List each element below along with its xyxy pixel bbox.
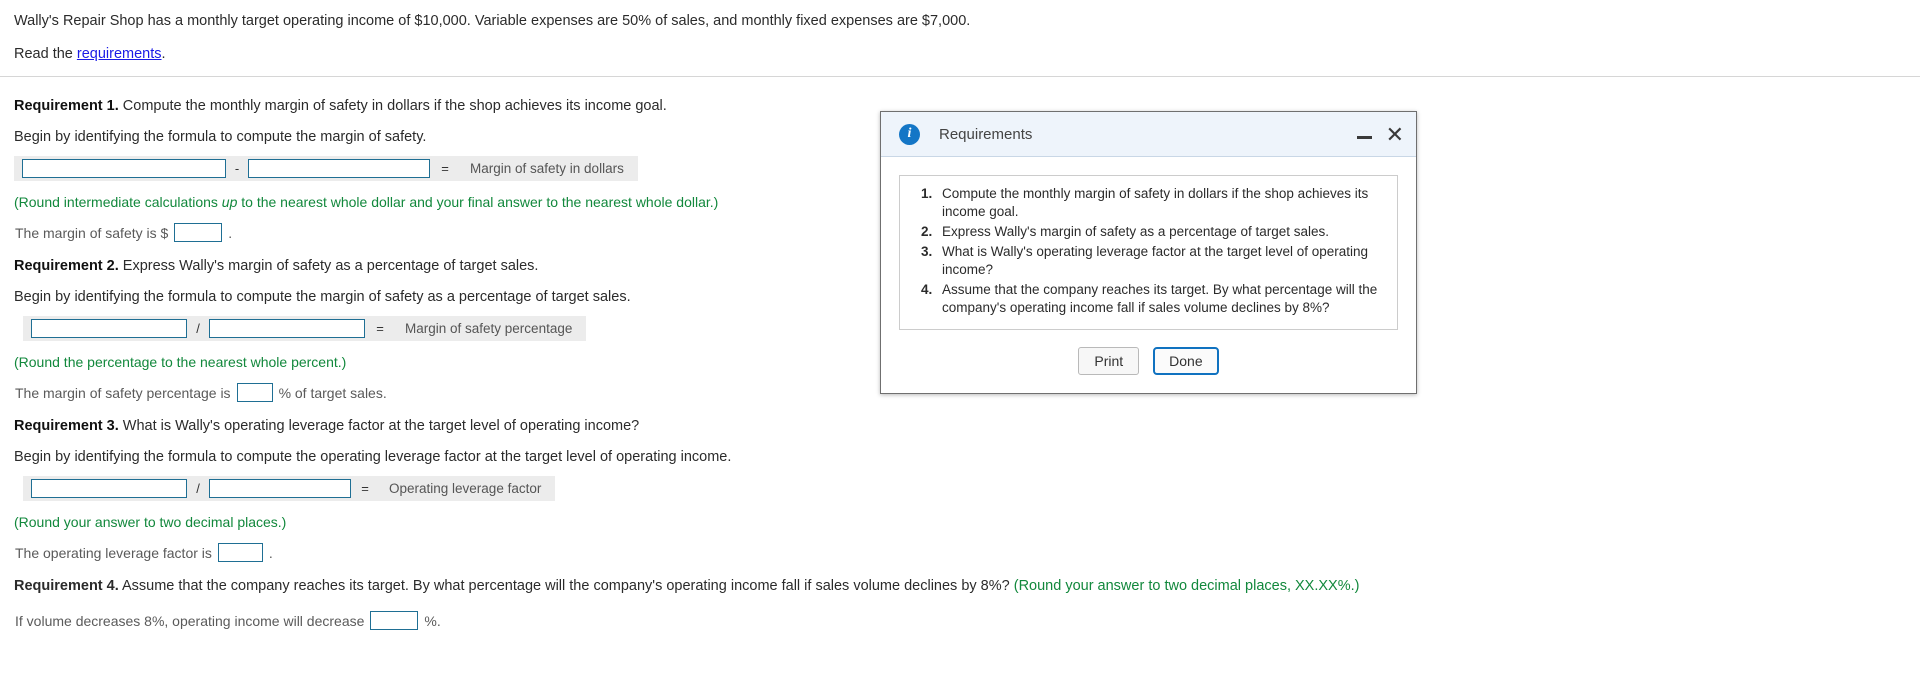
req3-answer-input[interactable] — [217, 543, 263, 563]
req1-answer-prefix: The margin of safety is $ — [15, 224, 169, 241]
close-icon[interactable]: ✕ — [1386, 123, 1404, 146]
print-button[interactable]: Print — [1078, 346, 1140, 375]
requirement-4-label: Requirement 4. — [14, 578, 119, 595]
req2-formula-equals: = — [376, 321, 384, 337]
req2-answer-input[interactable] — [236, 383, 273, 403]
req3-formula-operator: / — [196, 481, 200, 497]
req3-answer-suffix: . — [268, 544, 273, 561]
req1-formula-result-label: Margin of safety in dollars — [470, 161, 624, 177]
req2-formula-input-1[interactable] — [31, 319, 187, 339]
requirements-dialog: i Requirements ✕ Compute the monthly mar… — [880, 111, 1417, 394]
requirements-list-box: Compute the monthly margin of safety in … — [899, 175, 1398, 330]
dialog-titlebar[interactable]: i Requirements ✕ — [881, 112, 1416, 157]
requirement-3-begin: Begin by identifying the formula to comp… — [14, 449, 732, 466]
requirement-3-label: Requirement 3. — [14, 418, 119, 435]
req2-answer-prefix: The margin of safety percentage is — [15, 384, 231, 401]
list-item: Express Wally's margin of safety as a pe… — [936, 223, 1383, 241]
list-item: Assume that the company reaches its targ… — [936, 281, 1383, 317]
req3-formula-result-label: Operating leverage factor — [389, 481, 542, 497]
req1-formula-input-1[interactable] — [22, 159, 226, 179]
requirement-1-formula-bar: - = Margin of safety in dollars — [14, 156, 638, 182]
req1-note-italic: up — [221, 194, 238, 211]
requirement-4-text: Assume that the company reaches its targ… — [118, 578, 1014, 595]
header-divider — [0, 76, 1920, 78]
requirement-3-note: (Round your answer to two decimal places… — [14, 514, 287, 531]
req3-formula-input-1[interactable] — [31, 479, 187, 499]
req2-formula-result-label: Margin of safety percentage — [405, 321, 573, 337]
req1-formula-input-2[interactable] — [248, 159, 430, 179]
req4-answer-input[interactable] — [370, 611, 419, 631]
read-suffix: . — [161, 45, 166, 62]
requirements-link[interactable]: requirements — [77, 46, 162, 62]
req1-note-b: to the nearest whole dollar and your fin… — [237, 194, 719, 211]
read-requirements-line: Read the requirements. — [14, 46, 1920, 63]
info-icon: i — [899, 123, 920, 145]
req2-formula-input-2[interactable] — [209, 319, 365, 339]
dialog-body: Compute the monthly margin of safety in … — [881, 157, 1416, 330]
dialog-window-buttons: ✕ — [1356, 112, 1404, 157]
req2-formula-operator: / — [196, 321, 200, 337]
req3-formula-input-2[interactable] — [209, 479, 351, 499]
done-button[interactable]: Done — [1153, 346, 1219, 375]
req2-answer-suffix: % of target sales. — [278, 384, 387, 401]
requirement-3-title: Requirement 3. What is Wally's operating… — [14, 418, 1920, 434]
req1-formula-equals: = — [441, 161, 449, 177]
requirement-4-answer-line: If volume decreases 8%, operating income… — [14, 611, 1920, 631]
requirement-4-title: Requirement 4. Assume that the company r… — [14, 578, 1920, 594]
req1-answer-suffix: . — [228, 224, 233, 241]
dialog-footer: Print Done — [881, 330, 1416, 393]
problem-page: Wally's Repair Shop has a monthly target… — [0, 0, 1920, 693]
requirement-2-text: Express Wally's margin of safety as a pe… — [118, 258, 539, 275]
req4-answer-prefix: If volume decreases 8%, operating income… — [15, 612, 365, 629]
requirement-4-note: (Round your answer to two decimal places… — [1013, 578, 1360, 595]
requirement-3-text: What is Wally's operating leverage facto… — [118, 418, 640, 435]
requirements-list: Compute the monthly margin of safety in … — [906, 185, 1383, 317]
list-item: What is Wally's operating leverage facto… — [936, 243, 1383, 279]
req1-formula-operator: - — [234, 161, 240, 177]
requirement-2-formula-bar: / = Margin of safety percentage — [23, 316, 587, 342]
req1-note-a: (Round intermediate calculations — [14, 194, 222, 211]
minimize-icon[interactable] — [1356, 136, 1372, 139]
read-prefix: Read the — [14, 45, 77, 62]
dialog-title: Requirements — [939, 125, 1033, 143]
problem-header: Wally's Repair Shop has a monthly target… — [0, 0, 1920, 62]
req4-answer-suffix: %. — [424, 612, 441, 629]
req1-answer-input[interactable] — [174, 223, 223, 243]
list-item: Compute the monthly margin of safety in … — [936, 185, 1383, 221]
requirement-1-text: Compute the monthly margin of safety in … — [118, 98, 667, 115]
requirement-3-formula-bar: / = Operating leverage factor — [23, 476, 556, 502]
req3-answer-prefix: The operating leverage factor is — [15, 544, 212, 561]
requirement-2-label: Requirement 2. — [14, 258, 119, 275]
problem-statement: Wally's Repair Shop has a monthly target… — [14, 13, 971, 29]
req3-formula-equals: = — [361, 481, 369, 497]
requirement-3-answer-line: The operating leverage factor is . — [14, 543, 1920, 563]
requirement-1-label: Requirement 1. — [14, 98, 119, 115]
